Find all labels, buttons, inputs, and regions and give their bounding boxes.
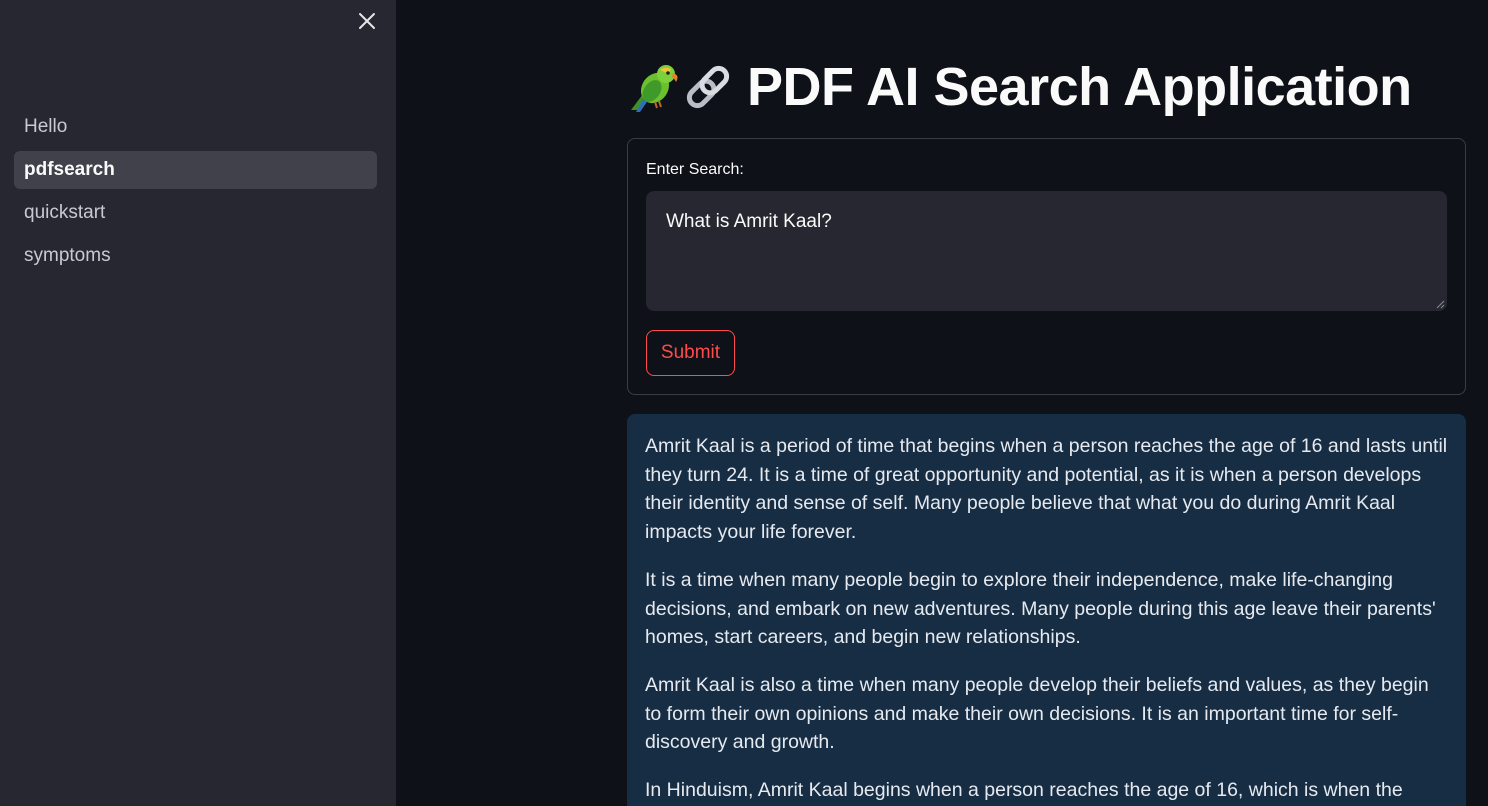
answer-paragraph: Amrit Kaal is also a time when many peop… bbox=[645, 673, 1429, 754]
close-sidebar-button[interactable] bbox=[353, 8, 381, 34]
link-icon bbox=[686, 65, 730, 109]
search-label: Enter Search: bbox=[646, 161, 744, 178]
sidebar-item-label: symptoms bbox=[24, 245, 111, 266]
answer-paragraph: In Hinduism, Amrit Kaal begins when a pe… bbox=[645, 779, 1403, 802]
sidebar: Hello pdfsearch quickstart symptoms bbox=[0, 0, 396, 806]
sidebar-item-pdfsearch[interactable]: pdfsearch bbox=[14, 151, 377, 189]
sidebar-item-label: Hello bbox=[24, 116, 68, 137]
submit-button[interactable]: Submit bbox=[646, 330, 735, 376]
answer-paragraph: It is a time when many people begin to e… bbox=[645, 568, 1436, 649]
page-title: PDF AI Search Application bbox=[627, 54, 1412, 120]
sidebar-item-hello[interactable]: Hello bbox=[14, 108, 377, 146]
sidebar-item-symptoms[interactable]: symptoms bbox=[14, 237, 377, 275]
main-content: PDF AI Search Application Enter Search: … bbox=[396, 0, 1488, 806]
app: Hello pdfsearch quickstart symptoms PDF … bbox=[0, 0, 1488, 806]
sidebar-item-quickstart[interactable]: quickstart bbox=[14, 194, 377, 232]
search-form: Enter Search: What is Amrit Kaal? Submit bbox=[627, 138, 1466, 395]
sidebar-item-label: quickstart bbox=[24, 202, 106, 223]
parrot-icon bbox=[631, 65, 678, 112]
page-title-text: PDF AI Search Application bbox=[747, 57, 1412, 117]
title-icons bbox=[627, 60, 735, 114]
answer-box: Amrit Kaal is a period of time that begi… bbox=[627, 414, 1466, 806]
search-input[interactable]: What is Amrit Kaal? bbox=[646, 191, 1447, 311]
answer-paragraph: Amrit Kaal is a period of time that begi… bbox=[645, 435, 1448, 544]
sidebar-nav: Hello pdfsearch quickstart symptoms bbox=[14, 108, 377, 280]
resize-handle-icon[interactable] bbox=[1435, 299, 1445, 309]
close-icon bbox=[359, 13, 375, 29]
sidebar-item-label: pdfsearch bbox=[24, 159, 115, 180]
